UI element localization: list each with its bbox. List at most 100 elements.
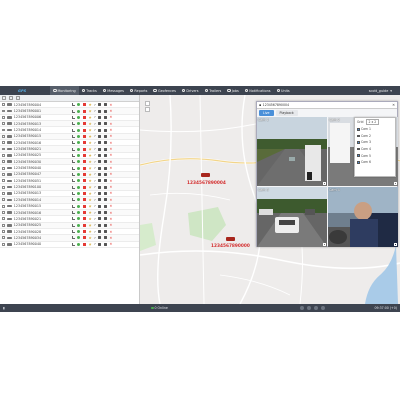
star-icon[interactable] [88,223,92,227]
command-icon[interactable] [103,160,107,164]
tab-live[interactable]: Live [259,110,274,116]
tab-jobs[interactable]: Jobs [224,86,242,95]
unit-checkbox[interactable] [2,173,5,176]
map-view[interactable]: 1234567890004 1234567890000 ▪ 1234567890… [140,95,400,304]
delete-icon[interactable]: ✕ [110,211,113,215]
video-icon[interactable] [98,160,102,164]
unit-checkbox[interactable] [2,115,5,119]
unit-checkbox[interactable] [2,128,5,132]
camera-option[interactable]: Cam 4 [355,146,395,153]
star-icon[interactable] [88,236,92,240]
star-icon[interactable] [88,191,92,195]
star-icon[interactable] [88,172,92,176]
tab-monitoring[interactable]: Monitoring [50,86,79,95]
video-icon[interactable] [98,242,102,246]
command-icon[interactable] [103,198,107,202]
tab-reports[interactable]: Reports [127,86,151,95]
camera-checkbox[interactable] [357,128,360,131]
delete-icon[interactable]: ✕ [110,109,113,113]
select-all-checkbox[interactable] [2,96,6,100]
command-icon[interactable] [103,122,107,126]
video-icon[interactable] [98,128,102,132]
star-icon[interactable] [88,122,92,126]
command-icon[interactable] [103,103,107,107]
vehicle-marker[interactable] [201,173,210,177]
star-icon[interactable] [88,185,92,189]
unit-checkbox[interactable] [2,242,5,246]
delete-icon[interactable]: ✕ [110,128,113,132]
tab-units[interactable]: Units [274,86,293,95]
command-icon[interactable] [103,242,107,246]
video-icon[interactable] [98,103,102,107]
video-icon[interactable] [98,185,102,189]
video-icon[interactable] [98,211,102,215]
sound-icon[interactable] [300,305,304,310]
star-icon[interactable] [88,103,92,107]
video-icon[interactable] [98,172,102,176]
camera-option[interactable]: Cam 1 [355,126,395,133]
command-icon[interactable] [103,204,107,208]
video-icon[interactable] [98,122,102,126]
delete-icon[interactable]: ✕ [110,134,113,138]
unit-checkbox[interactable] [2,230,5,233]
star-icon[interactable] [88,141,92,145]
delete-icon[interactable]: ✕ [110,122,113,126]
delete-icon[interactable]: ✕ [110,230,113,234]
delete-icon[interactable]: ✕ [110,160,113,164]
star-icon[interactable] [88,166,92,170]
delete-icon[interactable]: ✕ [110,103,113,107]
star-icon[interactable] [88,147,92,151]
unit-checkbox[interactable] [2,236,5,240]
unit-checkbox[interactable] [2,204,5,208]
fullscreen-icon[interactable] [393,242,397,246]
camera-checkbox[interactable] [357,134,360,138]
unit-checkbox[interactable] [2,166,5,170]
delete-icon[interactable]: ✕ [110,141,113,145]
help-icon[interactable] [321,305,325,310]
unit-checkbox[interactable] [2,217,5,221]
camera-view-3[interactable]: Cam 3 [257,187,327,247]
camera-option[interactable]: Cam 5 [355,152,395,159]
star-icon[interactable] [88,230,92,234]
delete-icon[interactable]: ✕ [110,242,113,246]
tab-tracks[interactable]: Tracks [79,86,100,95]
command-icon[interactable] [103,134,107,138]
delete-icon[interactable]: ✕ [110,217,113,221]
star-icon[interactable] [88,153,92,157]
command-icon[interactable] [103,128,107,132]
command-icon[interactable] [103,223,107,227]
video-icon[interactable] [98,147,102,151]
video-icon[interactable] [98,115,102,119]
delete-icon[interactable]: ✕ [110,166,113,170]
fullscreen-icon[interactable] [322,181,326,185]
unit-checkbox[interactable] [2,154,5,157]
video-icon[interactable] [98,223,102,227]
camera-option[interactable]: Cam 2 [355,133,395,140]
video-icon[interactable] [98,179,102,183]
delete-icon[interactable]: ✕ [110,115,113,119]
unit-checkbox[interactable] [2,192,5,195]
unit-checkbox[interactable] [2,179,5,183]
video-icon[interactable] [98,217,102,221]
camera-checkbox[interactable] [357,154,360,157]
fullscreen-icon[interactable] [322,242,326,246]
delete-icon[interactable]: ✕ [110,153,113,157]
star-icon[interactable] [88,115,92,119]
filter-icon[interactable] [9,96,13,100]
star-icon[interactable] [88,198,92,202]
video-icon[interactable] [98,236,102,240]
video-icon[interactable] [98,166,102,170]
command-icon[interactable] [103,109,107,113]
command-icon[interactable] [103,141,107,145]
zoom-out-button[interactable] [145,107,150,112]
command-icon[interactable] [103,179,107,183]
unit-checkbox[interactable] [2,185,5,189]
command-icon[interactable] [103,147,107,151]
star-icon[interactable] [88,211,92,215]
delete-icon[interactable]: ✕ [110,198,113,202]
command-icon[interactable] [103,217,107,221]
camera-option[interactable]: Cam 3 [355,139,395,146]
close-icon[interactable]: ✕ [392,103,395,107]
command-icon[interactable] [103,236,107,240]
camera-view-4[interactable]: Cam 4 [328,187,398,247]
